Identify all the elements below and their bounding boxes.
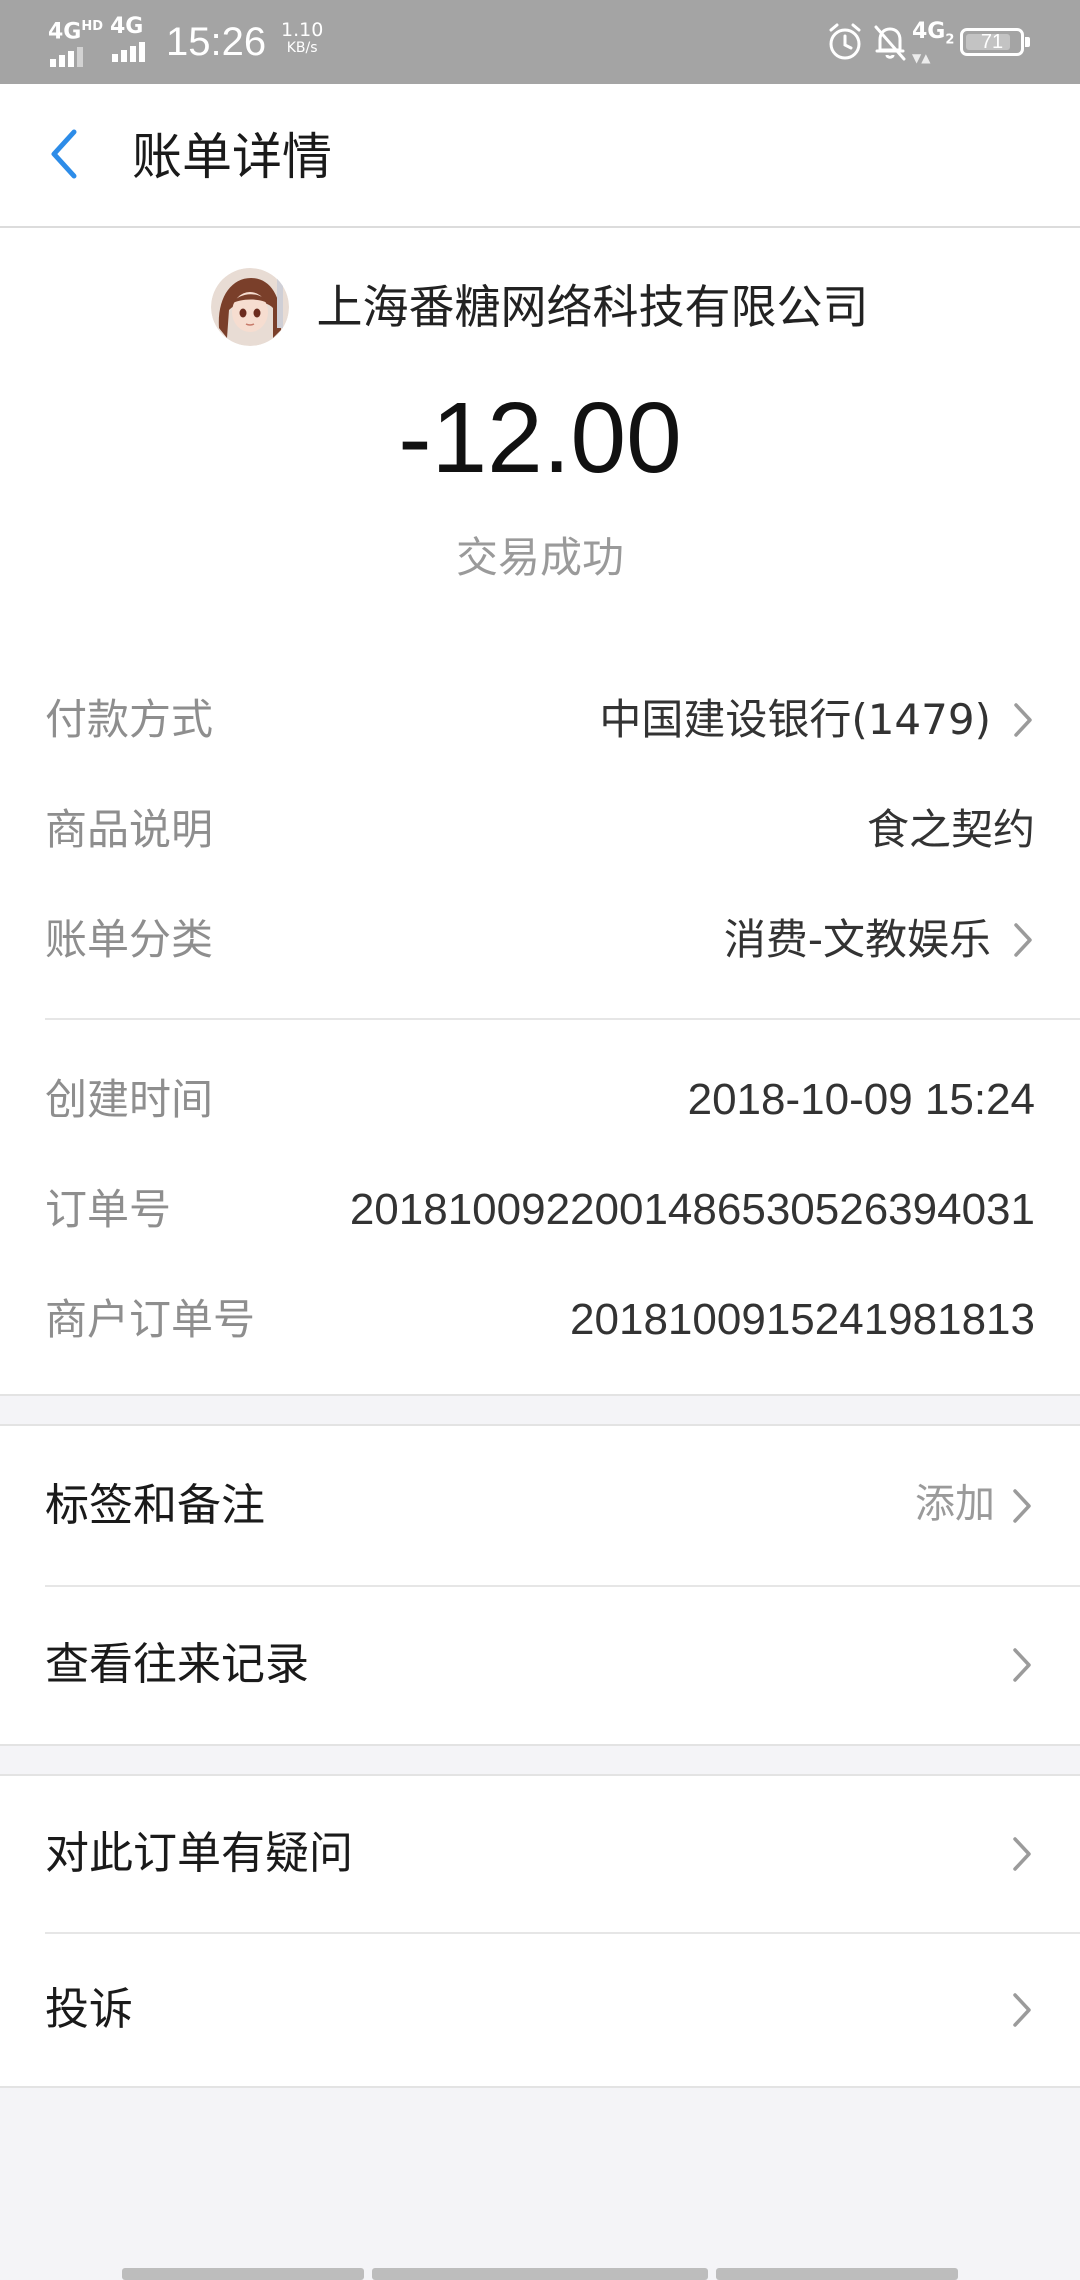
nav-bar: 账单详情: [0, 84, 1080, 228]
transaction-amount: -12.00: [398, 382, 682, 494]
signal-4g-hd: 4GHD: [48, 16, 104, 68]
chevron-right-icon: [1013, 1648, 1031, 1682]
created-time-label: 创建时间: [45, 1075, 214, 1124]
signal-4g-label: 4G: [48, 19, 82, 45]
tags-and-notes-cell[interactable]: 标签和备注 添加: [0, 1426, 1080, 1585]
actions-group-2: 对此订单有疑问 投诉: [0, 1774, 1080, 2088]
chevron-right-icon: [1013, 1837, 1031, 1871]
payment-method-value: 中国建设银行(1479): [599, 695, 991, 744]
merchant-order-number-value: 2018100915241981813: [570, 1295, 1035, 1344]
transaction-status: 交易成功: [455, 533, 624, 582]
view-history-cell[interactable]: 查看往来记录: [0, 1587, 1080, 1744]
payment-method-row[interactable]: 付款方式 中国建设银行(1479): [45, 690, 1035, 750]
network-speed: 1.10 KB/s: [281, 20, 323, 56]
merchant-name: 上海番糖网络科技有限公司: [316, 280, 869, 334]
created-time-row: 创建时间 2018-10-09 15:24: [45, 1070, 1035, 1130]
battery-icon: 71: [960, 28, 1030, 56]
section-divider: [45, 1018, 1080, 1020]
tags-and-notes-add: 添加: [915, 1481, 995, 1527]
signal-4g-label-2: 4G: [110, 14, 144, 39]
page-title: 账单详情: [132, 128, 332, 186]
signal-hd-badge: HD: [81, 19, 104, 34]
bill-detail-card: 上海番糖网络科技有限公司 -12.00 交易成功 付款方式 中国建设银行(147…: [0, 228, 1080, 1396]
clock-time: 15:26: [166, 20, 267, 64]
payment-method-label: 付款方式: [45, 695, 214, 744]
created-time-value: 2018-10-09 15:24: [687, 1075, 1035, 1124]
alarm-icon: [829, 23, 861, 60]
merchant-order-number-row: 商户订单号 2018100915241981813: [45, 1290, 1035, 1350]
merchant-header: 上海番糖网络科技有限公司: [0, 268, 1080, 348]
merchant-avatar: [211, 268, 290, 346]
order-question-label: 对此订单有疑问: [45, 1828, 353, 1879]
notifications-off-icon: [874, 25, 906, 61]
sim2-network: 4G2 ▼▲: [912, 19, 955, 66]
sim2-network-label: 4G: [912, 19, 946, 44]
signal-4g: 4G: [110, 16, 148, 62]
merchant-order-number-label: 商户订单号: [45, 1295, 256, 1344]
signal-bars-icon-2: [112, 40, 148, 62]
sim2-badge: 2: [945, 32, 955, 48]
chevron-right-icon: [1014, 923, 1032, 957]
actions-group-1: 标签和备注 添加 查看往来记录: [0, 1424, 1080, 1746]
product-description-value: 食之契约: [866, 805, 1035, 854]
chevron-right-icon: [1014, 703, 1032, 737]
network-speed-unit: KB/s: [286, 40, 318, 56]
back-icon[interactable]: [44, 124, 84, 184]
bill-category-label: 账单分类: [45, 915, 214, 964]
product-description-label: 商品说明: [45, 805, 214, 854]
bill-category-value: 消费-文教娱乐: [723, 915, 991, 964]
battery-nub: [1025, 37, 1030, 47]
tags-and-notes-label: 标签和备注: [45, 1480, 265, 1531]
battery-level: 71: [980, 31, 1004, 53]
bottom-bar-segment: [372, 2268, 708, 2280]
data-arrows-icon: ▼▲: [912, 51, 931, 66]
bill-category-row[interactable]: 账单分类 消费-文教娱乐: [45, 910, 1035, 970]
network-speed-value: 1.10: [281, 19, 324, 41]
complaint-label: 投诉: [45, 1984, 133, 2035]
bottom-bar-segment: [122, 2268, 364, 2280]
order-number-row: 订单号 20181009220014865305263940​31: [45, 1180, 1035, 1240]
signal-bars-icon: [50, 45, 103, 68]
complaint-cell[interactable]: 投诉: [0, 1934, 1080, 2086]
order-question-cell[interactable]: 对此订单有疑问: [0, 1776, 1080, 1932]
chevron-right-icon: [1013, 1489, 1031, 1523]
status-bar: 4GHD 4G 15:26 1.10 KB/s 4G2 ▼▲ 71: [0, 0, 1080, 84]
order-number-value: 20181009220014865305263940​31: [349, 1185, 1035, 1234]
bottom-bar-segment: [716, 2268, 958, 2280]
view-history-label: 查看往来记录: [45, 1639, 309, 1690]
product-description-row: 商品说明 食之契约: [45, 800, 1035, 860]
chevron-right-icon: [1013, 1993, 1031, 2027]
order-number-label: 订单号: [45, 1185, 172, 1234]
